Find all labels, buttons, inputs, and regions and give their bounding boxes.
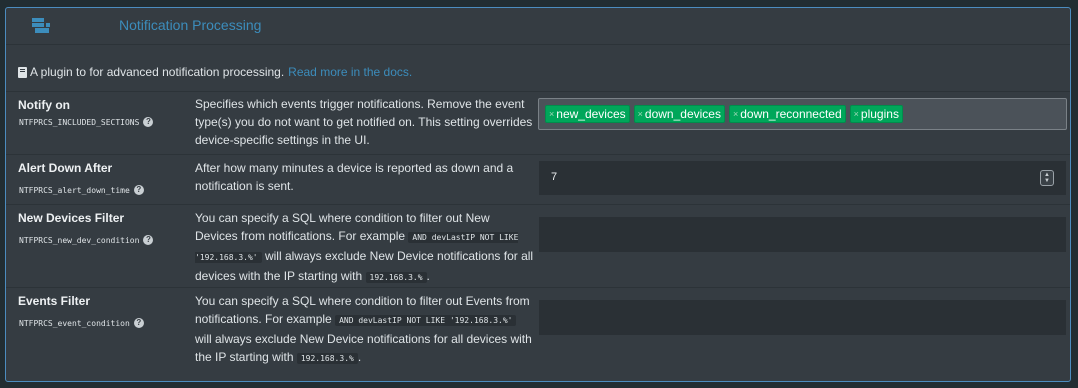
tag-label: down_reconnected: [740, 107, 842, 121]
number-spinner-icon[interactable]: ▲ ▼: [1040, 170, 1054, 186]
new-devices-filter-input[interactable]: [539, 217, 1066, 252]
setting-code-text: NTFPRCS_new_dev_condition: [19, 235, 140, 245]
setting-row-alert-down-after: Alert Down After NTFPRCS_alert_down_time…: [6, 154, 1070, 204]
setting-code-text: NTFPRCS_INCLUDED_SECTIONS: [19, 117, 140, 127]
remove-tag-icon[interactable]: ×: [549, 106, 554, 122]
notify-on-tag-input[interactable]: × new_devices × down_devices × down_reconne…: [538, 98, 1067, 130]
ip-prefix-code: 192.168.3.%: [365, 272, 427, 283]
setting-row-notify-on: Notify on NTFPRCS_INCLUDED_SECTIONS ? Sp…: [6, 91, 1070, 154]
setting-label: Events Filter: [18, 294, 91, 308]
input-value: 7: [551, 171, 558, 183]
setting-description: After how many minutes a device is repor…: [195, 161, 514, 193]
help-icon[interactable]: ?: [133, 318, 144, 328]
tag-down-devices[interactable]: × down_devices: [633, 105, 725, 123]
help-icon[interactable]: ?: [143, 235, 154, 245]
tag-label: plugins: [860, 107, 899, 121]
sql-example-code: AND devLastIP NOT LIKE '192.168.3.%': [335, 315, 517, 326]
help-icon[interactable]: ?: [133, 185, 144, 195]
plugin-icon: [32, 18, 50, 33]
setting-description: You can specify a SQL where condition to…: [195, 292, 535, 368]
events-filter-input[interactable]: [539, 300, 1066, 335]
tag-plugins[interactable]: × plugins: [849, 105, 903, 123]
setting-label: New Devices Filter: [18, 211, 125, 225]
remove-tag-icon[interactable]: ×: [733, 106, 738, 122]
setting-code-text: NTFPRCS_event_condition: [19, 318, 130, 328]
setting-code: NTFPRCS_new_dev_condition ?: [19, 235, 154, 245]
alert-down-time-input[interactable]: 7 ▲ ▼: [539, 161, 1066, 195]
setting-code: NTFPRCS_INCLUDED_SECTIONS ?: [19, 117, 154, 127]
remove-tag-icon[interactable]: ×: [638, 106, 643, 122]
panel-header[interactable]: Notification Processing: [6, 8, 1070, 45]
plugin-description: A plugin to for advanced notification pr…: [18, 65, 412, 79]
plugin-panel: Notification Processing A plugin to for …: [5, 7, 1071, 382]
tag-new-devices[interactable]: × new_devices: [545, 105, 630, 123]
setting-code: NTFPRCS_event_condition ?: [19, 318, 144, 328]
description-end: .: [357, 350, 362, 364]
panel-title: Notification Processing: [119, 17, 262, 33]
docs-link[interactable]: Read more in the docs.: [288, 65, 412, 79]
ip-prefix-code: 192.168.3.%: [296, 353, 358, 364]
setting-description: Specifies which events trigger notificat…: [195, 97, 533, 147]
description-text: will always exclude New Device notificat…: [195, 332, 532, 364]
setting-label: Notify on: [18, 98, 70, 112]
description-text: A plugin to for advanced notification pr…: [30, 65, 285, 79]
setting-label: Alert Down After: [18, 161, 113, 175]
help-icon[interactable]: ?: [143, 117, 154, 127]
tag-down-reconnected[interactable]: × down_reconnected: [728, 105, 846, 123]
setting-description: You can specify a SQL where condition to…: [195, 209, 535, 287]
setting-code-text: NTFPRCS_alert_down_time: [19, 185, 130, 195]
tag-label: new_devices: [556, 107, 626, 121]
description-end: .: [426, 269, 430, 283]
tag-label: down_devices: [644, 107, 721, 121]
book-icon: [18, 66, 27, 78]
remove-tag-icon[interactable]: ×: [854, 106, 859, 122]
setting-code: NTFPRCS_alert_down_time ?: [19, 185, 144, 195]
setting-row-events-filter: Events Filter NTFPRCS_event_condition ? …: [6, 287, 1070, 381]
setting-row-new-devices-filter: New Devices Filter NTFPRCS_new_dev_condi…: [6, 204, 1070, 287]
